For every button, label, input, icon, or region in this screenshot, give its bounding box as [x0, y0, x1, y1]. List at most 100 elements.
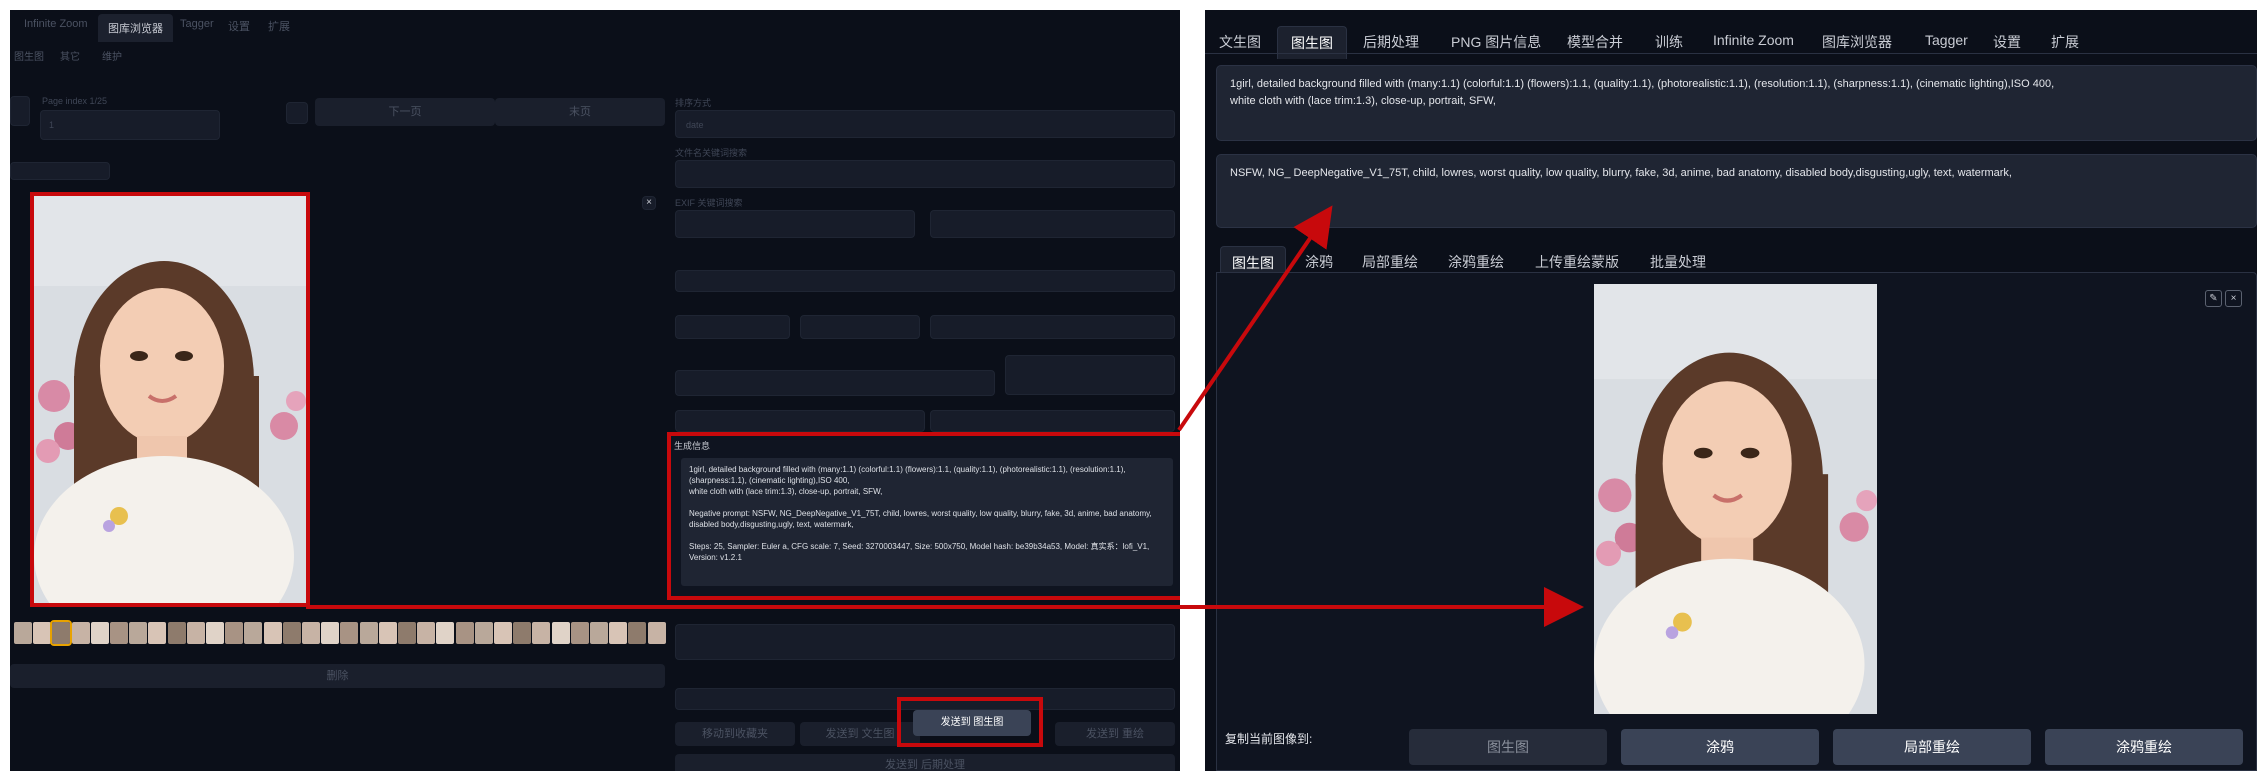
- case-sensitive-radios[interactable]: [930, 210, 1175, 238]
- thumbnail-item[interactable]: [186, 622, 205, 644]
- thumbnail-item[interactable]: [609, 622, 628, 644]
- maximum-score-input[interactable]: [930, 410, 1175, 432]
- tab-extensions[interactable]: 扩展: [2051, 32, 2079, 52]
- thumbnail-item[interactable]: [110, 622, 128, 644]
- delete-button[interactable]: 删除: [10, 664, 665, 688]
- subtab-img2img[interactable]: 图生图: [14, 48, 44, 63]
- negative-prompt-textarea[interactable]: NSFW, NG_ DeepNegative_V1_75T, child, lo…: [1216, 154, 2257, 228]
- edit-icon[interactable]: ✎: [2205, 290, 2222, 307]
- tab-train[interactable]: 训练: [1655, 32, 1683, 52]
- exif-keyword-input[interactable]: [675, 210, 915, 238]
- thumbnail-item[interactable]: [398, 622, 416, 644]
- tab-image-browser[interactable]: 图库浏览器: [98, 14, 173, 42]
- tab-infinite-zoom[interactable]: Infinite Zoom: [1713, 32, 1794, 48]
- copy-to-label: 复制当前图像到:: [1225, 732, 1313, 746]
- send-to-extras-button[interactable]: 发送到 后期处理: [675, 754, 1175, 771]
- subtab-inpaint[interactable]: 局部重绘: [1362, 252, 1418, 272]
- filename-keyword-input[interactable]: [675, 160, 1175, 188]
- refresh-button[interactable]: [286, 102, 308, 124]
- thumbnail-item[interactable]: [532, 622, 551, 644]
- tab-txt2img[interactable]: 文生图: [1219, 32, 1261, 52]
- min-rank-input[interactable]: [675, 315, 790, 339]
- thumbnail-item[interactable]: [263, 622, 282, 644]
- thumbnail-item[interactable]: [129, 622, 148, 644]
- thumbnail-item[interactable]: [302, 622, 320, 644]
- thumbnail-item[interactable]: [14, 622, 32, 644]
- tab-extras[interactable]: 后期处理: [1363, 32, 1419, 52]
- subtab-sketch[interactable]: 涂鸦: [1305, 252, 1333, 272]
- min-max-controls[interactable]: [930, 315, 1175, 339]
- thumbnail-item[interactable]: [378, 622, 397, 644]
- copy-to-img2img-button[interactable]: 图生图: [1409, 729, 1607, 765]
- pager-buttons[interactable]: [10, 162, 110, 180]
- comparison-screenshot: Infinite Zoom 图库浏览器 Tagger 设置 扩展 图生图 其它 …: [0, 0, 2257, 771]
- sort-select[interactable]: date: [675, 110, 1175, 138]
- close-icon[interactable]: ×: [642, 196, 656, 210]
- prompt-textarea[interactable]: 1girl, detailed background filled with (…: [1216, 65, 2257, 141]
- tab-settings[interactable]: 设置: [228, 18, 250, 34]
- thumbnail-item[interactable]: [628, 622, 647, 644]
- end-page-button[interactable]: 末页: [495, 98, 665, 126]
- subtab-batch[interactable]: 批量处理: [1650, 252, 1706, 272]
- generation-info-text[interactable]: 1girl, detailed background filled with (…: [681, 458, 1173, 586]
- thumbnail-item[interactable]: [474, 622, 493, 644]
- subtab-maintain[interactable]: 维护: [102, 48, 122, 63]
- tab-image-browser[interactable]: 图库浏览器: [1822, 32, 1892, 52]
- thumbnail-item[interactable]: [33, 622, 52, 644]
- copy-to-inpaint-sketch-button[interactable]: 涂鸦重绘: [2045, 729, 2243, 765]
- ranking-filter[interactable]: [675, 270, 1175, 292]
- thumbnail-item[interactable]: [551, 622, 570, 644]
- generation-info-title: 生成信息: [674, 441, 711, 451]
- thumbnail-item[interactable]: [244, 622, 263, 644]
- thumbnail-item[interactable]: [148, 622, 167, 644]
- generate-scores-button[interactable]: [1005, 355, 1175, 395]
- tab-divider: [1205, 53, 2257, 54]
- thumbnail-item[interactable]: [225, 622, 244, 644]
- thumbnail-item[interactable]: [647, 622, 666, 644]
- input-image[interactable]: [1594, 284, 1877, 714]
- tab-img2img[interactable]: 图生图: [1277, 26, 1347, 59]
- thumbnail-item[interactable]: [282, 622, 301, 644]
- send-to-img2img-button[interactable]: 发送到 图生图: [913, 710, 1031, 736]
- thumbnail-strip[interactable]: [10, 620, 670, 648]
- thumbnail-item[interactable]: [167, 622, 186, 644]
- minimum-score-input[interactable]: [675, 410, 925, 432]
- tab-tagger[interactable]: Tagger: [180, 18, 214, 30]
- thumbnail-item[interactable]: [570, 622, 589, 644]
- selected-image-frame[interactable]: [30, 192, 310, 607]
- first-page-button[interactable]: [10, 96, 30, 126]
- thumbnail-item[interactable]: [436, 622, 455, 644]
- filename-keyword-label: 文件名关键词搜索: [675, 148, 748, 158]
- thumbnail-item[interactable]: [71, 622, 90, 644]
- tab-infinite-zoom[interactable]: Infinite Zoom: [24, 18, 88, 30]
- thumbnail-item[interactable]: [90, 622, 109, 644]
- thumbnail-item[interactable]: [340, 622, 359, 644]
- thumbnail-item[interactable]: [494, 622, 512, 644]
- scoring-type-select[interactable]: [675, 370, 995, 396]
- tab-png-info[interactable]: PNG 图片信息: [1451, 32, 1541, 52]
- tab-checkpoint-merger[interactable]: 模型合并: [1567, 32, 1623, 52]
- portrait-image: [1594, 284, 1877, 714]
- thumbnail-item[interactable]: [590, 622, 608, 644]
- subtab-inpaint-upload[interactable]: 上传重绘蒙版: [1535, 252, 1619, 272]
- thumbnail-item[interactable]: [206, 622, 224, 644]
- max-rank-input[interactable]: [800, 315, 920, 339]
- next-page-button[interactable]: 下一页: [315, 98, 495, 126]
- thumbnail-item[interactable]: [359, 622, 378, 644]
- tab-extensions[interactable]: 扩展: [268, 18, 290, 34]
- subtab-inpaint-sketch[interactable]: 涂鸦重绘: [1448, 252, 1504, 272]
- close-icon[interactable]: ×: [2225, 290, 2242, 307]
- move-to-favorites-button[interactable]: 移动到收藏夹: [675, 722, 795, 746]
- tab-tagger[interactable]: Tagger: [1925, 32, 1968, 48]
- thumbnail-item[interactable]: [455, 622, 474, 644]
- send-to-inpaint-button[interactable]: 发送到 重绘: [1055, 722, 1175, 746]
- page-index-input[interactable]: 1: [40, 110, 220, 140]
- thumbnail-item[interactable]: [321, 622, 340, 644]
- thumbnail-item[interactable]: [50, 620, 73, 646]
- copy-to-inpaint-button[interactable]: 局部重绘: [1833, 729, 2031, 765]
- thumbnail-item[interactable]: [417, 622, 436, 644]
- tab-settings[interactable]: 设置: [1993, 32, 2021, 52]
- thumbnail-item[interactable]: [513, 622, 532, 644]
- subtab-other[interactable]: 其它: [60, 48, 80, 63]
- copy-to-sketch-button[interactable]: 涂鸦: [1621, 729, 1819, 765]
